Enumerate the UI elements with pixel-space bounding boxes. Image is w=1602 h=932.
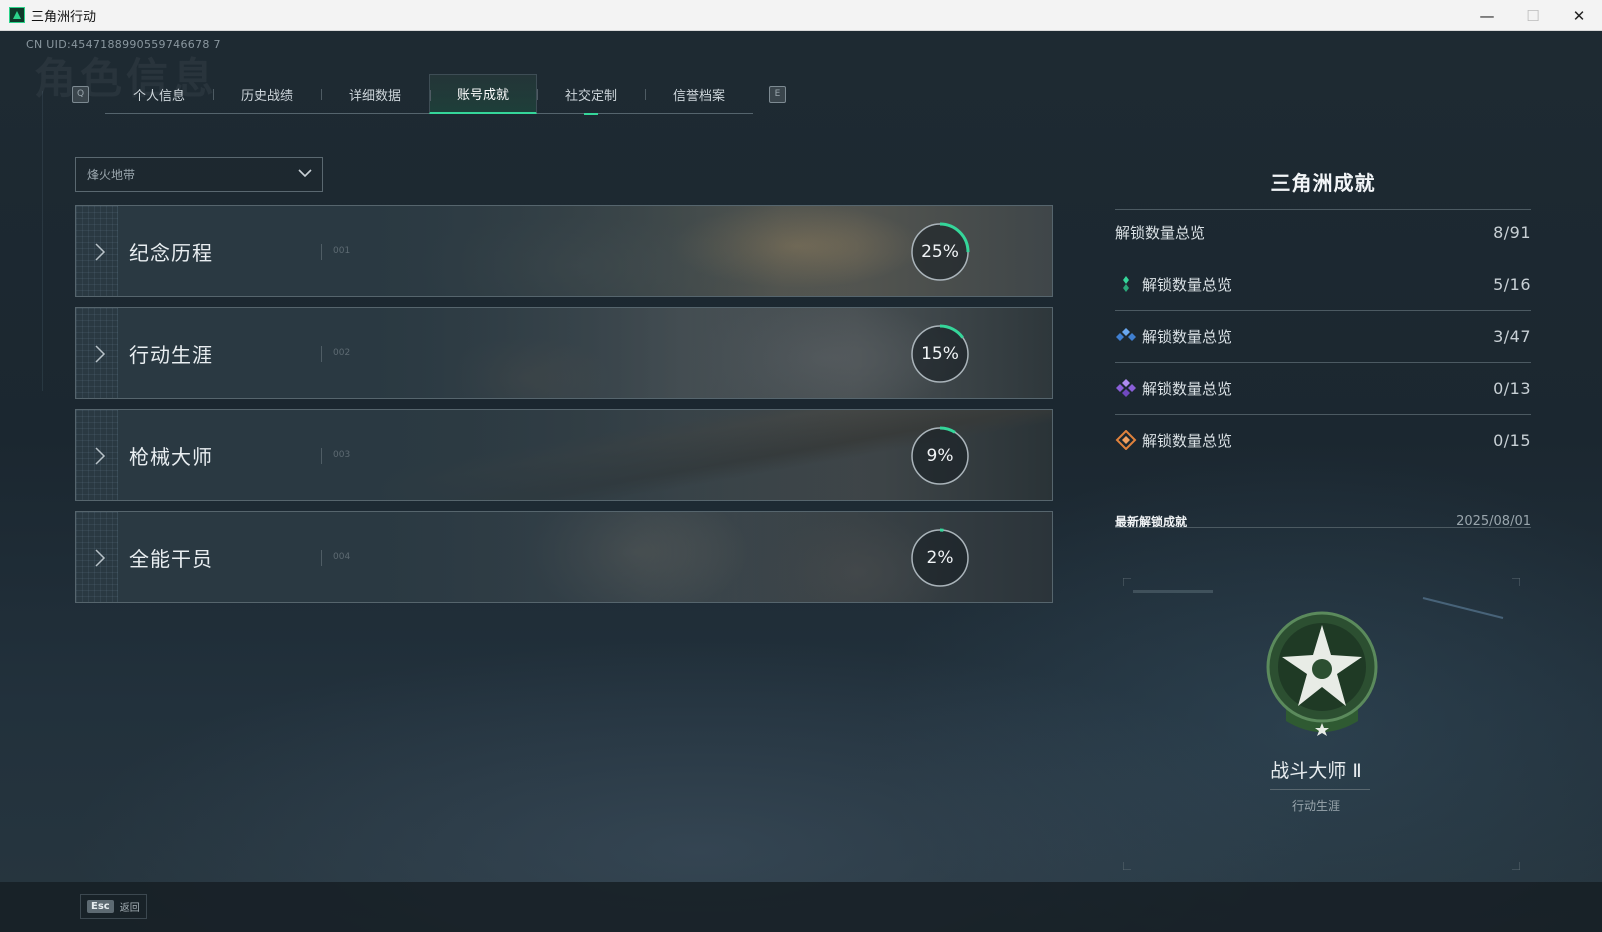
category-name: 全能干员 xyxy=(129,547,213,571)
tab-bar: Q 个人信息 历史战绩 详细数据 账号成就 社交定制 信誉档案 E xyxy=(72,74,786,115)
tier-value: 0/15 xyxy=(1493,430,1531,450)
tab-list: 个人信息 历史战绩 详细数据 账号成就 社交定制 信誉档案 xyxy=(105,74,753,115)
new-indicator xyxy=(584,113,598,115)
tab-detailed-stats[interactable]: 详细数据 xyxy=(321,74,429,114)
tier-row-blue: 解锁数量总览 3/47 xyxy=(1115,310,1531,362)
window-title: 三角洲行动 xyxy=(31,9,97,25)
chevron-right-icon xyxy=(95,549,106,567)
purple-gem-icon xyxy=(1116,379,1136,397)
window-title-bar: 三角洲行动 — ☐ ✕ xyxy=(0,0,1602,31)
total-unlock-value: 8/91 xyxy=(1493,222,1531,242)
category-code: 003 xyxy=(333,450,351,460)
category-card-all-rounder[interactable]: 全能干员 004 2% xyxy=(75,511,1053,603)
tier-row-purple: 解锁数量总览 0/13 xyxy=(1115,362,1531,414)
card-fade xyxy=(76,308,1052,398)
achievement-divider xyxy=(1270,789,1370,790)
category-name: 行动生涯 xyxy=(129,343,213,367)
prev-tab-key-hint[interactable]: Q xyxy=(72,85,89,103)
player-uid: CN UID:4547188990559746678 7 xyxy=(26,38,221,51)
divider xyxy=(321,244,322,260)
tier-row-green: 解锁数量总览 5/16 xyxy=(1115,258,1531,310)
tier-value: 0/13 xyxy=(1493,378,1531,398)
category-card-memorial[interactable]: 纪念历程 001 25% xyxy=(75,205,1053,297)
progress-percent: 2% xyxy=(926,548,954,568)
main-area: 角色信息 CN UID:4547188990559746678 7 Q 个人信息… xyxy=(0,31,1602,932)
progress-percent: 25% xyxy=(921,242,959,262)
close-button[interactable]: ✕ xyxy=(1556,0,1602,31)
divider xyxy=(321,346,322,362)
chevron-right-icon xyxy=(95,447,106,465)
achievement-name: 战斗大师 Ⅱ xyxy=(1270,760,1362,782)
green-gem-icon xyxy=(1123,276,1129,292)
category-code: 001 xyxy=(333,246,351,256)
divider xyxy=(321,550,322,566)
tier-label: 解锁数量总览 xyxy=(1142,275,1233,294)
chevron-right-icon xyxy=(95,243,106,261)
card-fade xyxy=(76,206,1052,296)
tab-achievements[interactable]: 账号成就 xyxy=(429,74,537,114)
tab-match-history[interactable]: 历史战绩 xyxy=(213,74,321,114)
app-logo-icon xyxy=(9,7,25,23)
tier-label: 解锁数量总览 xyxy=(1142,431,1233,450)
tab-social-label: 社交定制 xyxy=(564,88,617,104)
tier-value: 5/16 xyxy=(1493,274,1531,294)
achievement-badge-icon[interactable] xyxy=(1266,611,1378,739)
tier-row-orange: 解锁数量总览 0/15 xyxy=(1115,414,1531,466)
decor-grid-line xyxy=(42,91,43,391)
tier-label-wrap: 解锁数量总览 xyxy=(1115,430,1493,451)
panel-title: 三角洲成就 xyxy=(1270,171,1376,195)
tab-personal-info[interactable]: 个人信息 xyxy=(105,74,213,114)
tier-label-wrap: 解锁数量总览 xyxy=(1115,326,1493,347)
tier-value: 3/47 xyxy=(1493,326,1531,346)
esc-key: Esc xyxy=(87,900,114,913)
next-tab-key-hint[interactable]: E xyxy=(769,85,786,103)
tab-credit-record[interactable]: 信誉档案 xyxy=(645,74,753,114)
blue-gem-icon xyxy=(1116,328,1136,341)
tier-label: 解锁数量总览 xyxy=(1142,327,1233,346)
category-code: 002 xyxy=(333,348,351,358)
maximize-button[interactable]: ☐ xyxy=(1510,0,1556,31)
card-fade xyxy=(76,512,1052,602)
mode-dropdown-value: 烽火地带 xyxy=(87,168,136,182)
divider xyxy=(321,448,322,464)
tier-label-wrap: 解锁数量总览 xyxy=(1115,378,1493,399)
card-fade xyxy=(76,410,1052,500)
orange-gem-icon xyxy=(1115,430,1137,450)
mode-dropdown[interactable]: 烽火地带 xyxy=(75,157,323,192)
total-unlock-row: 解锁数量总览 8/91 xyxy=(1115,206,1531,258)
achievement-category: 行动生涯 xyxy=(1291,799,1340,813)
progress-percent: 9% xyxy=(926,446,954,466)
category-card-weapon-master[interactable]: 枪械大师 003 9% xyxy=(75,409,1053,501)
footer-bar: Esc 返回 xyxy=(0,882,1602,932)
recent-divider xyxy=(1115,527,1531,528)
minimize-button[interactable]: — xyxy=(1464,0,1510,31)
category-name: 枪械大师 xyxy=(129,445,213,469)
tab-social-customization[interactable]: 社交定制 xyxy=(537,74,645,115)
category-code: 004 xyxy=(333,552,351,562)
tier-label: 解锁数量总览 xyxy=(1142,379,1233,398)
total-unlock-label: 解锁数量总览 xyxy=(1115,223,1206,242)
category-name: 纪念历程 xyxy=(129,241,213,265)
category-card-career[interactable]: 行动生涯 002 15% xyxy=(75,307,1053,399)
back-button[interactable]: Esc 返回 xyxy=(80,894,147,919)
chevron-down-icon xyxy=(298,169,312,178)
back-label: 返回 xyxy=(119,903,140,914)
progress-percent: 15% xyxy=(921,344,959,364)
chevron-right-icon xyxy=(95,345,106,363)
tier-label-wrap: 解锁数量总览 xyxy=(1115,274,1493,295)
